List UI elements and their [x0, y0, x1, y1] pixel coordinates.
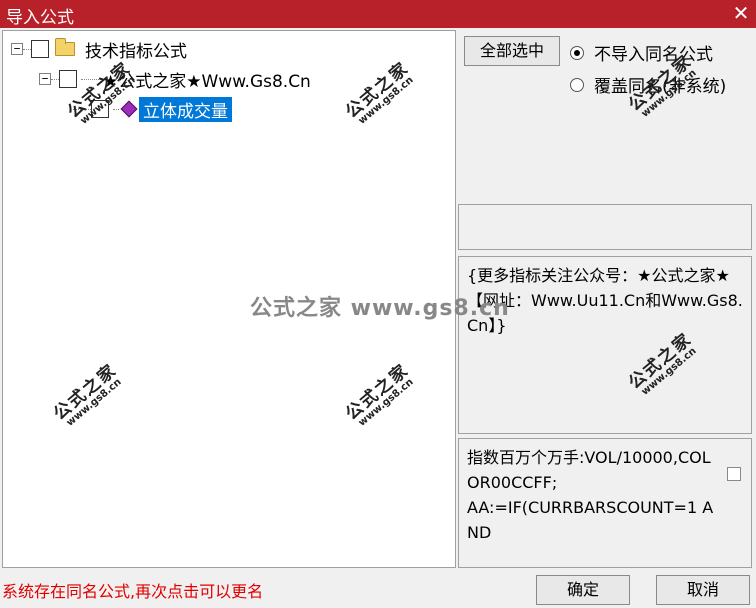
tree-connector — [113, 108, 119, 110]
radio-overwrite[interactable]: 覆盖同名(非系统) — [570, 72, 726, 97]
title-bar: 导入公式 ✕ — [0, 0, 756, 28]
code-checkbox[interactable] — [727, 467, 741, 481]
watermark-logo: 公式之家 www.gs8.cn — [341, 360, 416, 429]
collapse-icon[interactable]: − — [39, 73, 51, 85]
close-icon[interactable]: ✕ — [730, 2, 752, 24]
watermark-center-text: 公式之家 www.gs8.cn — [250, 296, 510, 321]
collapse-icon[interactable]: − — [11, 43, 23, 55]
radio-unchecked-icon[interactable] — [570, 77, 584, 92]
tree-label-child: ★公式之家★Www.Gs8.Cn — [103, 71, 311, 92]
tree-label-root: 技术指标公式 — [85, 41, 187, 62]
tree-connector — [81, 78, 103, 80]
description-box: {更多指标关注公众号：★公式之家★【网址：Www.Uu11.Cn和Www.Gs8… — [458, 256, 752, 434]
tree-connector — [51, 78, 59, 80]
tree-label-leaf[interactable]: 立体成交量 — [139, 96, 232, 122]
formula-code-box: 指数百万个万手:VOL/10000,COLOR00CCFF; AA:=IF(CU… — [458, 438, 752, 568]
radio-no-import-label: 不导入同名公式 — [594, 45, 713, 65]
ok-button[interactable]: 确定 — [536, 575, 630, 605]
root-checkbox[interactable] — [31, 40, 49, 58]
window-title: 导入公式 — [6, 8, 74, 28]
tree-node-child[interactable]: − ★公式之家★Www.Gs8.Cn — [39, 67, 311, 92]
radio-no-import[interactable]: 不导入同名公式 — [570, 40, 713, 65]
formula-code-text: 指数百万个万手:VOL/10000,COLOR00CCFF; AA:=IF(CU… — [467, 448, 714, 542]
formula-icon — [120, 100, 138, 118]
child-checkbox[interactable] — [59, 70, 77, 88]
select-all-button[interactable]: 全部选中 — [464, 36, 560, 66]
radio-overwrite-label: 覆盖同名(非系统) — [594, 77, 727, 97]
tree-connector — [23, 48, 31, 50]
tree-node-root[interactable]: − 技术指标公式 — [11, 37, 187, 62]
leaf-checkbox[interactable] — [91, 100, 109, 118]
cancel-button[interactable]: 取消 — [656, 575, 750, 605]
watermark-logo: 公式之家 www.gs8.cn — [341, 58, 416, 127]
tree-node-leaf[interactable]: 立体成交量 — [73, 96, 232, 122]
radio-checked-icon[interactable] — [570, 45, 584, 60]
empty-field — [458, 204, 752, 250]
status-message: 系统存在同名公式,再次点击可以更名 — [2, 582, 264, 601]
watermark-logo: 公式之家 www.gs8.cn — [49, 360, 124, 429]
tree-connector — [73, 108, 91, 110]
folder-icon — [55, 38, 75, 56]
